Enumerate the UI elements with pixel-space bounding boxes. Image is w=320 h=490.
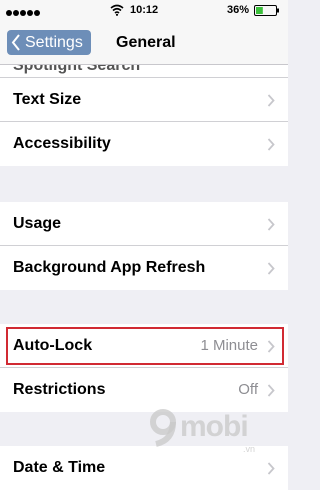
battery-icon: [254, 5, 279, 16]
chevron-right-icon: [267, 94, 275, 107]
row-label: Spotlight Search: [13, 65, 141, 74]
list-item-partial[interactable]: Spotlight Search: [0, 65, 288, 78]
row-label: Restrictions: [13, 381, 106, 398]
wifi-icon: [110, 4, 124, 16]
row-label: Background App Refresh: [13, 259, 206, 276]
row-label: Accessibility: [13, 135, 111, 152]
watermark-domain: .vn: [243, 444, 256, 454]
row-label: Text Size: [13, 91, 82, 108]
chevron-right-icon: [267, 462, 275, 475]
settings-group-1: Spotlight Search Text Size Accessibility: [0, 65, 288, 166]
row-text-size[interactable]: Text Size: [0, 78, 288, 122]
battery-percentage: 36%: [227, 4, 250, 16]
watermark-logo: mobi .vn: [148, 408, 266, 458]
chevron-right-icon: [267, 262, 275, 275]
chevron-right-icon: [267, 218, 275, 231]
watermark-nine-icon: [150, 409, 176, 447]
chevron-left-icon: [11, 34, 20, 51]
signal-strength-icon: [6, 7, 46, 16]
navigation-bar: Settings General: [0, 22, 288, 65]
row-usage[interactable]: Usage: [0, 202, 288, 246]
settings-group-2: Usage Background App Refresh: [0, 202, 288, 290]
status-bar: 10:12 36%: [0, 0, 288, 22]
auto-lock-highlight-box: [6, 327, 284, 365]
row-background-app-refresh[interactable]: Background App Refresh: [0, 246, 288, 290]
watermark-text: mobi: [180, 410, 249, 443]
row-value: Off: [238, 381, 258, 398]
page-title: General: [116, 34, 176, 51]
chevron-right-icon: [267, 138, 275, 151]
row-restrictions[interactable]: Restrictions Off: [0, 368, 288, 412]
back-button-label: Settings: [25, 34, 83, 51]
back-button[interactable]: Settings: [7, 30, 91, 55]
chevron-right-icon: [267, 384, 275, 397]
row-label: Usage: [13, 215, 62, 232]
row-accessibility[interactable]: Accessibility: [0, 122, 288, 166]
row-label: Date & Time: [13, 459, 106, 476]
status-time: 10:12: [130, 4, 159, 16]
